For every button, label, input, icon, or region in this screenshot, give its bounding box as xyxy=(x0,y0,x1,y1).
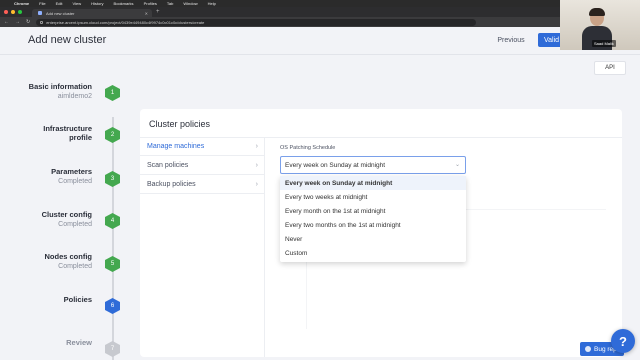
menu-history[interactable]: History xyxy=(91,0,103,7)
step-subtitle: Completed xyxy=(58,221,92,228)
step-policies[interactable]: Policies 6 xyxy=(0,295,130,335)
step-number-badge: 7 xyxy=(105,341,120,357)
back-icon[interactable]: ← xyxy=(4,19,9,25)
nav-label: Manage machines xyxy=(147,142,205,150)
nav-backup-policies[interactable]: Backup policies › xyxy=(140,175,264,194)
favicon-icon xyxy=(38,11,42,15)
webcam-overlay: Saad Malik xyxy=(560,0,640,50)
tab-title: Add new cluster xyxy=(46,10,75,16)
step-subtitle: Completed xyxy=(58,178,92,185)
option-every-week[interactable]: Every week on Sunday at midnight xyxy=(280,176,466,190)
menu-file[interactable]: File xyxy=(39,0,45,7)
nav-label: Scan policies xyxy=(147,161,189,169)
chevron-right-icon: › xyxy=(255,180,258,188)
option-custom[interactable]: Custom xyxy=(280,246,466,260)
panel-title: Cluster policies xyxy=(149,119,211,129)
step-title: Cluster config xyxy=(41,210,92,219)
chevron-down-icon: ⌄ xyxy=(454,162,460,168)
cluster-policies-panel: Cluster policies Manage machines › Scan … xyxy=(140,109,622,357)
new-tab-icon[interactable]: + xyxy=(156,9,160,15)
option-every-month[interactable]: Every month on the 1st at midnight xyxy=(280,204,466,218)
nav-label: Backup policies xyxy=(147,180,196,188)
step-number-badge: 5 xyxy=(105,256,120,272)
step-number-badge: 4 xyxy=(105,213,120,229)
menu-edit[interactable]: Edit xyxy=(56,0,63,7)
step-title: Nodes config xyxy=(44,252,92,261)
help-button[interactable]: ? xyxy=(611,329,635,353)
menu-profiles[interactable]: Profiles xyxy=(144,0,157,7)
browser-toolbar: ← → ↻ enterprise.arcent.ipsum.cloud.com/… xyxy=(0,17,640,27)
step-basic-information[interactable]: Basic information aimldemo2 1 xyxy=(0,82,130,122)
option-never[interactable]: Never xyxy=(280,232,466,246)
wizard-stepper: Basic information aimldemo2 1 Infrastruc… xyxy=(0,55,130,360)
step-review[interactable]: Review 7 xyxy=(0,338,130,360)
menu-view[interactable]: View xyxy=(72,0,81,7)
step-number-badge: 2 xyxy=(105,127,120,143)
chevron-right-icon: › xyxy=(255,142,258,150)
app-viewport: Add new cluster Previous Valid API Basic… xyxy=(0,27,640,360)
step-nodes-config[interactable]: Nodes config Completed 5 xyxy=(0,252,130,292)
forward-icon[interactable]: → xyxy=(15,19,20,25)
address-bar[interactable]: enterprise.arcent.ipsum.cloud.com/projec… xyxy=(36,18,477,26)
presenter-name: Saad Malik xyxy=(592,40,616,47)
step-title: Parameters xyxy=(51,167,92,176)
menu-help[interactable]: Help xyxy=(208,0,216,7)
step-subtitle: Completed xyxy=(58,263,92,270)
step-title: Review xyxy=(66,338,92,347)
nav-manage-machines[interactable]: Manage machines › xyxy=(140,137,264,156)
api-button[interactable]: API xyxy=(594,61,626,75)
close-window-icon[interactable] xyxy=(4,10,8,14)
step-number-badge: 1 xyxy=(105,85,120,101)
step-title: Policies xyxy=(63,295,92,304)
os-patching-dropdown: Every week on Sunday at midnight Every t… xyxy=(280,176,466,262)
option-every-two-months[interactable]: Every two months on the 1st at midnight xyxy=(280,218,466,232)
nav-scan-policies[interactable]: Scan policies › xyxy=(140,156,264,175)
select-value: Every week on Sunday at midnight xyxy=(285,161,386,169)
step-title: Infrastructure profile xyxy=(43,124,92,142)
menu-tab[interactable]: Tab xyxy=(167,0,173,7)
step-title: Basic information xyxy=(28,82,92,91)
tab-close-icon[interactable]: ✕ xyxy=(145,11,148,16)
step-cluster-config[interactable]: Cluster config Completed 4 xyxy=(0,210,130,250)
presenter-hair xyxy=(589,8,605,16)
mac-menubar: Chrome File Edit View History Bookmarks … xyxy=(0,0,640,7)
lock-icon xyxy=(40,20,44,24)
url-text: enterprise.arcent.ipsum.cloud.com/projec… xyxy=(46,19,205,25)
os-patching-select[interactable]: Every week on Sunday at midnight ⌄ xyxy=(280,156,466,174)
option-every-two-weeks[interactable]: Every two weeks at midnight xyxy=(280,190,466,204)
step-infrastructure-profile[interactable]: Infrastructure profile 2 xyxy=(0,124,130,164)
zoom-window-icon[interactable] xyxy=(18,10,22,14)
minimize-window-icon[interactable] xyxy=(11,10,15,14)
page-title: Add new cluster xyxy=(28,34,107,46)
browser-tabbar: Add new cluster ✕ + xyxy=(0,7,640,17)
side-nav-divider xyxy=(264,137,265,357)
menu-window[interactable]: Window xyxy=(183,0,197,7)
previous-button[interactable]: Previous xyxy=(488,33,534,47)
step-parameters[interactable]: Parameters Completed 3 xyxy=(0,167,130,207)
browser-tab[interactable]: Add new cluster ✕ xyxy=(32,9,152,17)
reload-icon[interactable]: ↻ xyxy=(26,19,30,25)
step-number-badge: 6 xyxy=(105,298,120,314)
os-patching-label: OS Patching Schedule xyxy=(280,145,336,151)
bug-icon xyxy=(585,346,591,352)
chevron-right-icon: › xyxy=(255,161,258,169)
step-subtitle: aimldemo2 xyxy=(57,93,92,100)
menu-bookmarks[interactable]: Bookmarks xyxy=(114,0,134,7)
policies-side-nav: Manage machines › Scan policies › Backup… xyxy=(140,137,264,194)
page-header: Add new cluster Previous Valid xyxy=(0,27,640,54)
step-number-badge: 3 xyxy=(105,171,120,187)
menu-app-name[interactable]: Chrome xyxy=(14,0,29,7)
